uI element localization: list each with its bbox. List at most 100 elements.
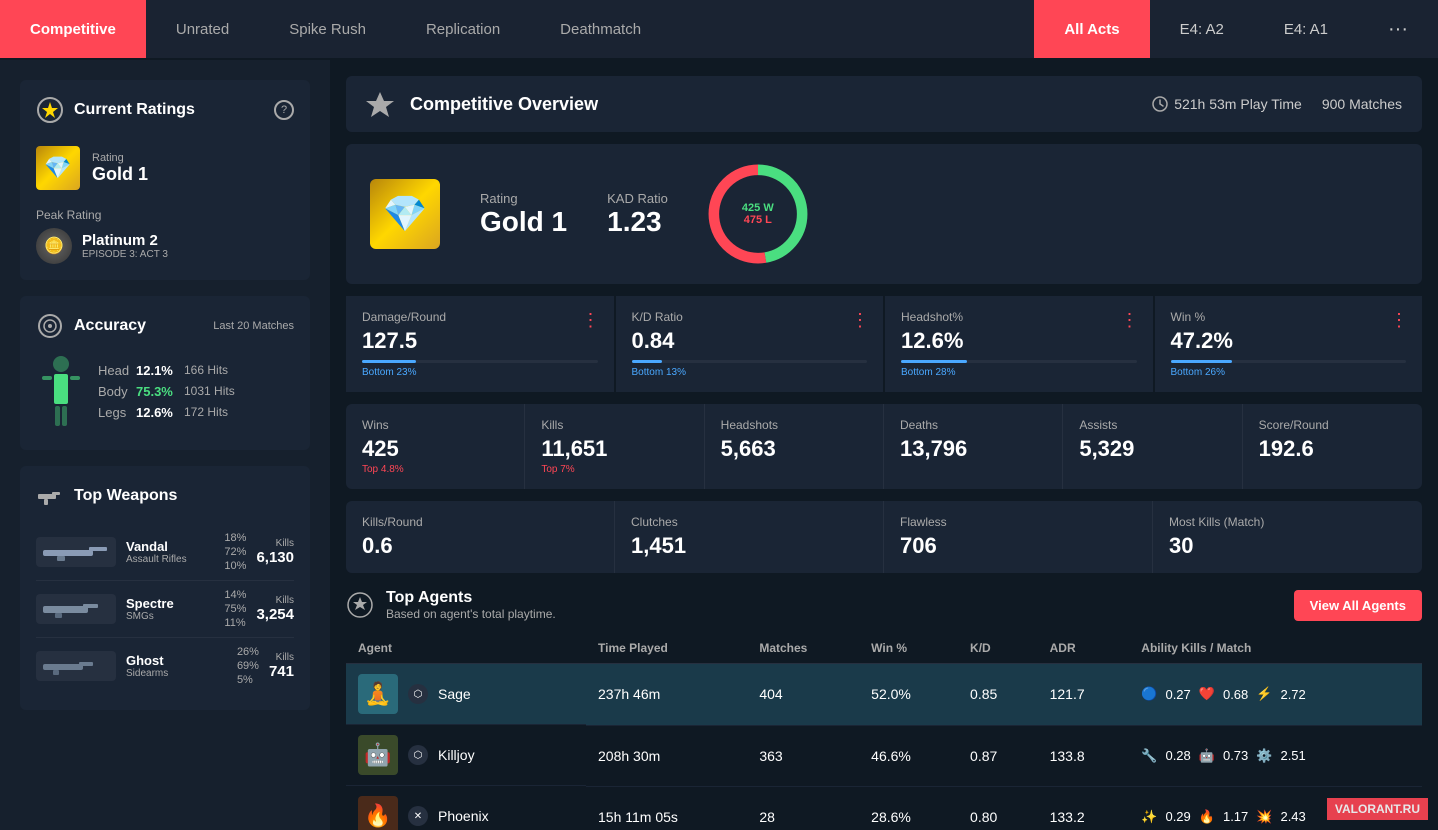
col-kd: K/D <box>958 633 1038 664</box>
tab-unrated[interactable]: Unrated <box>146 0 259 58</box>
kd-sub: Bottom 13% <box>632 367 868 378</box>
sidebar: Current Ratings ? 💎 Rating Gold 1 Peak R… <box>0 60 330 830</box>
peak-name: Platinum 2 <box>82 232 168 249</box>
tab-e4a1[interactable]: E4: A1 <box>1254 0 1358 58</box>
killjoy-ability-1: 0.28 <box>1165 748 1190 763</box>
kd-value: 0.84 <box>632 328 868 354</box>
flawless-label: Flawless <box>900 515 1136 529</box>
top-weapons-section: Top Weapons Vandal Assault Rifles 18% 72… <box>20 466 310 710</box>
kad-info: KAD Ratio 1.23 <box>607 191 668 238</box>
accuracy-header: Accuracy Last 20 Matches <box>36 312 294 340</box>
current-ratings-title: Current Ratings <box>74 101 195 119</box>
killjoy-ability-col: 🔧 0.28 🤖 0.73 ⚙️ 2.51 <box>1141 748 1410 764</box>
weapon-item-spectre: Spectre SMGs 14% 75% 11% Kills 3,254 <box>36 581 294 638</box>
view-all-agents-button[interactable]: View All Agents <box>1294 590 1422 621</box>
phoenix-time: 15h 11m 05s <box>586 786 747 830</box>
killjoy-role-icon: ⬡ <box>408 745 428 765</box>
tab-e4a2[interactable]: E4: A2 <box>1150 0 1254 58</box>
total-flawless: Flawless 706 <box>884 501 1153 573</box>
vandal-kills-value: 6,130 <box>256 549 294 566</box>
agent-row-sage: 🧘 ⬡ Sage 237h 46m 404 52.0% 0.85 121.7 🔵 <box>346 664 1422 726</box>
top-agents-title: Top Agents <box>386 589 556 607</box>
spectre-legs-pct: 11% <box>224 617 246 629</box>
head-pct: 12.1% <box>136 363 176 378</box>
total-assists: Assists 5,329 <box>1063 404 1242 489</box>
stats-grid: Damage/Round 127.5 Bottom 23% ⋮ K/D Rati… <box>346 296 1422 392</box>
score-round-total-value: 192.6 <box>1259 436 1406 462</box>
vandal-head-pct: 18% <box>224 532 246 544</box>
hs-menu-icon[interactable]: ⋮ <box>1121 310 1139 331</box>
killjoy-abilities: 🔧 0.28 🤖 0.73 ⚙️ 2.51 <box>1129 725 1422 786</box>
weapon-item-ghost: Ghost Sidearms 26% 69% 5% Kills 741 <box>36 638 294 694</box>
sage-abilities: 🔵 0.27 ❤️ 0.68 ⚡ 2.72 <box>1129 664 1422 726</box>
play-time-meta: 521h 53m Play Time <box>1152 96 1302 112</box>
main-content: Competitive Overview 521h 53m Play Time … <box>330 60 1438 830</box>
sage-avatar: 🧘 <box>358 674 398 714</box>
kd-menu-icon[interactable]: ⋮ <box>851 310 869 331</box>
donut-center: 425 W 475 L <box>742 202 774 226</box>
sage-ability-icon-2: ❤️ <box>1199 686 1215 702</box>
peak-row: 🪙 Platinum 2 EPISODE 3: ACT 3 <box>36 228 294 264</box>
total-most-kills: Most Kills (Match) 30 <box>1153 501 1422 573</box>
vandal-legs-pct: 10% <box>224 560 246 572</box>
kad-value: 1.23 <box>607 206 668 238</box>
top-agents-section: Top Agents Based on agent's total playti… <box>346 589 1422 830</box>
vandal-body-pct: 72% <box>224 546 246 558</box>
kills-total-label: Kills <box>541 418 687 432</box>
main-layout: Current Ratings ? 💎 Rating Gold 1 Peak R… <box>0 60 1438 830</box>
stat-card-damage: Damage/Round 127.5 Bottom 23% ⋮ <box>346 296 614 392</box>
tab-spike-rush[interactable]: Spike Rush <box>259 0 396 58</box>
wins-total-sub: Top 4.8% <box>362 464 508 475</box>
sage-matches: 404 <box>747 664 859 726</box>
tab-replication[interactable]: Replication <box>396 0 530 58</box>
tab-more[interactable]: ··· <box>1358 0 1438 58</box>
phoenix-ability-1: 0.29 <box>1165 809 1190 824</box>
tab-all-acts[interactable]: All Acts <box>1034 0 1149 58</box>
tab-deathmatch[interactable]: Deathmatch <box>530 0 671 58</box>
peak-badge: 🪙 <box>36 228 72 264</box>
killjoy-avatar: 🤖 <box>358 735 398 775</box>
accuracy-head-row: Head 12.1% 166 Hits <box>98 363 294 378</box>
totals-grid-row1: Wins 425 Top 4.8% Kills 11,651 Top 7% He… <box>346 404 1422 489</box>
accuracy-section: Accuracy Last 20 Matches <box>20 296 310 450</box>
rating-badge: 💎 <box>36 146 80 190</box>
phoenix-kd: 0.80 <box>958 786 1038 830</box>
winpct-sub: Bottom 26% <box>1171 367 1407 378</box>
col-win-pct: Win % <box>859 633 958 664</box>
rating-big-info: Rating Gold 1 <box>480 191 567 238</box>
accuracy-subtitle: Last 20 Matches <box>213 320 294 332</box>
sage-role-icon: ⬡ <box>408 684 428 704</box>
vandal-image <box>36 537 116 567</box>
phoenix-ability-2: 1.17 <box>1223 809 1248 824</box>
sage-agent-cell: 🧘 ⬡ Sage <box>346 664 586 725</box>
agent-row-killjoy: 🤖 ⬡ Killjoy 208h 30m 363 46.6% 0.87 133.… <box>346 725 1422 786</box>
deaths-total-value: 13,796 <box>900 436 1046 462</box>
agent-row-phoenix: 🔥 ✕ Phoenix 15h 11m 05s 28 28.6% 0.80 13… <box>346 786 1422 830</box>
killjoy-ability-2: 0.73 <box>1223 748 1248 763</box>
navigation-tabs: Competitive Unrated Spike Rush Replicati… <box>0 0 1438 60</box>
info-icon[interactable]: ? <box>274 100 294 120</box>
hs-progress <box>901 360 1137 363</box>
overview-title: Competitive Overview <box>410 94 598 115</box>
sage-kd: 0.85 <box>958 664 1038 726</box>
col-adr: ADR <box>1038 633 1130 664</box>
head-hits: 166 Hits <box>184 363 228 377</box>
killjoy-ability-3: 2.51 <box>1280 748 1305 763</box>
killjoy-matches: 363 <box>747 725 859 786</box>
spectre-kills-label: Kills <box>256 595 294 606</box>
sage-time: 237h 46m <box>586 664 747 726</box>
winpct-menu-icon[interactable]: ⋮ <box>1390 310 1408 331</box>
spectre-info: Spectre SMGs <box>126 596 214 622</box>
phoenix-ability-icon-1: ✨ <box>1141 809 1157 825</box>
rating-value: Gold 1 <box>92 164 148 185</box>
matches-count: 900 Matches <box>1322 96 1402 112</box>
col-ability-kills: Ability Kills / Match <box>1129 633 1422 664</box>
score-round-total-label: Score/Round <box>1259 418 1406 432</box>
killjoy-kd: 0.87 <box>958 725 1038 786</box>
body-label: Body <box>98 384 128 399</box>
ghost-info: Ghost Sidearms <box>126 653 227 679</box>
damage-menu-icon[interactable]: ⋮ <box>582 310 600 331</box>
tab-competitive[interactable]: Competitive <box>0 0 146 58</box>
most-kills-label: Most Kills (Match) <box>1169 515 1406 529</box>
total-kills-round: Kills/Round 0.6 <box>346 501 615 573</box>
